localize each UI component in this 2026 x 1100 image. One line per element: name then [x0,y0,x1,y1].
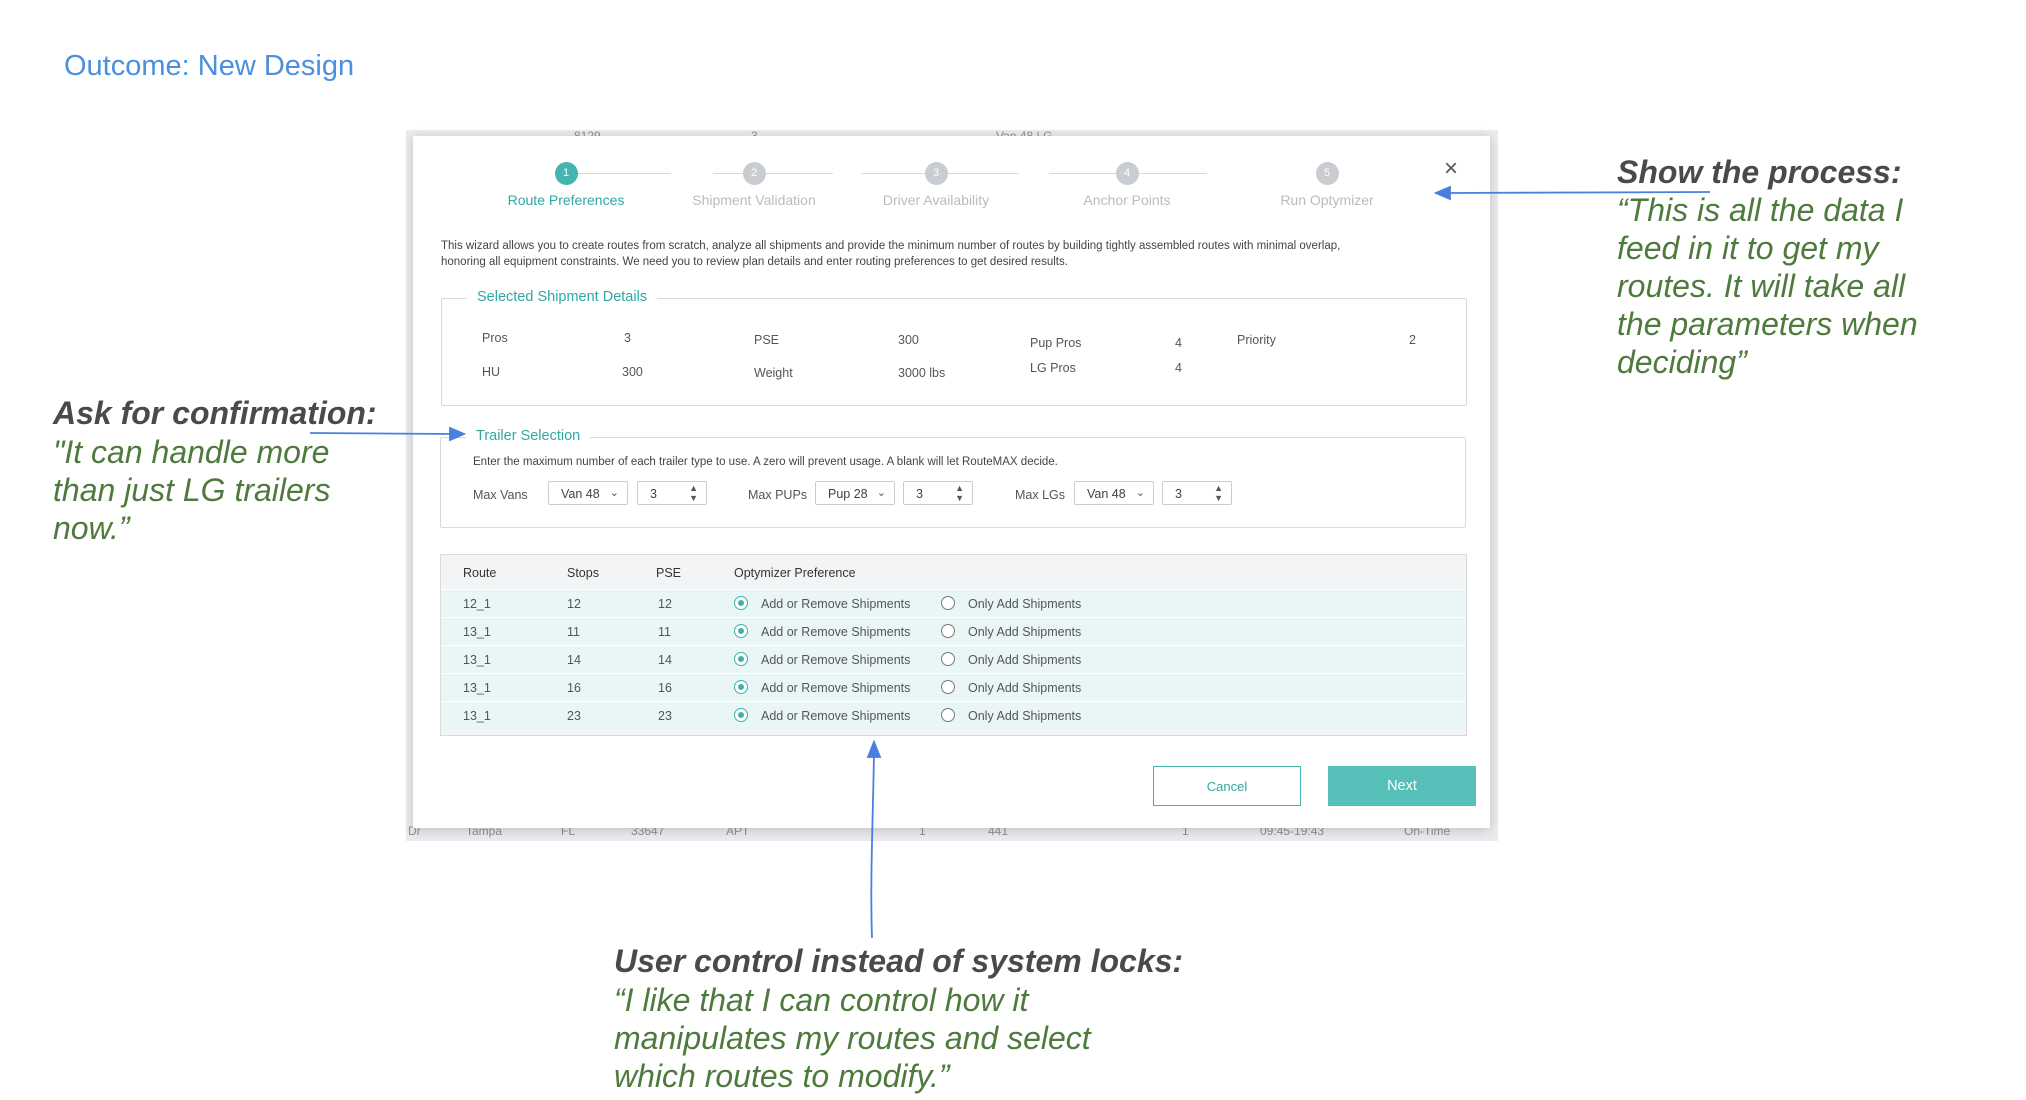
arrowhead-icon [866,739,882,758]
arrow-to-trailer-selection [309,432,456,435]
annotation-arrows [309,185,1711,939]
arrow-to-stepper [1444,191,1711,194]
arrowhead-icon [449,426,467,442]
arrowhead-icon [1433,185,1451,201]
arrow-to-route-table [870,751,875,939]
